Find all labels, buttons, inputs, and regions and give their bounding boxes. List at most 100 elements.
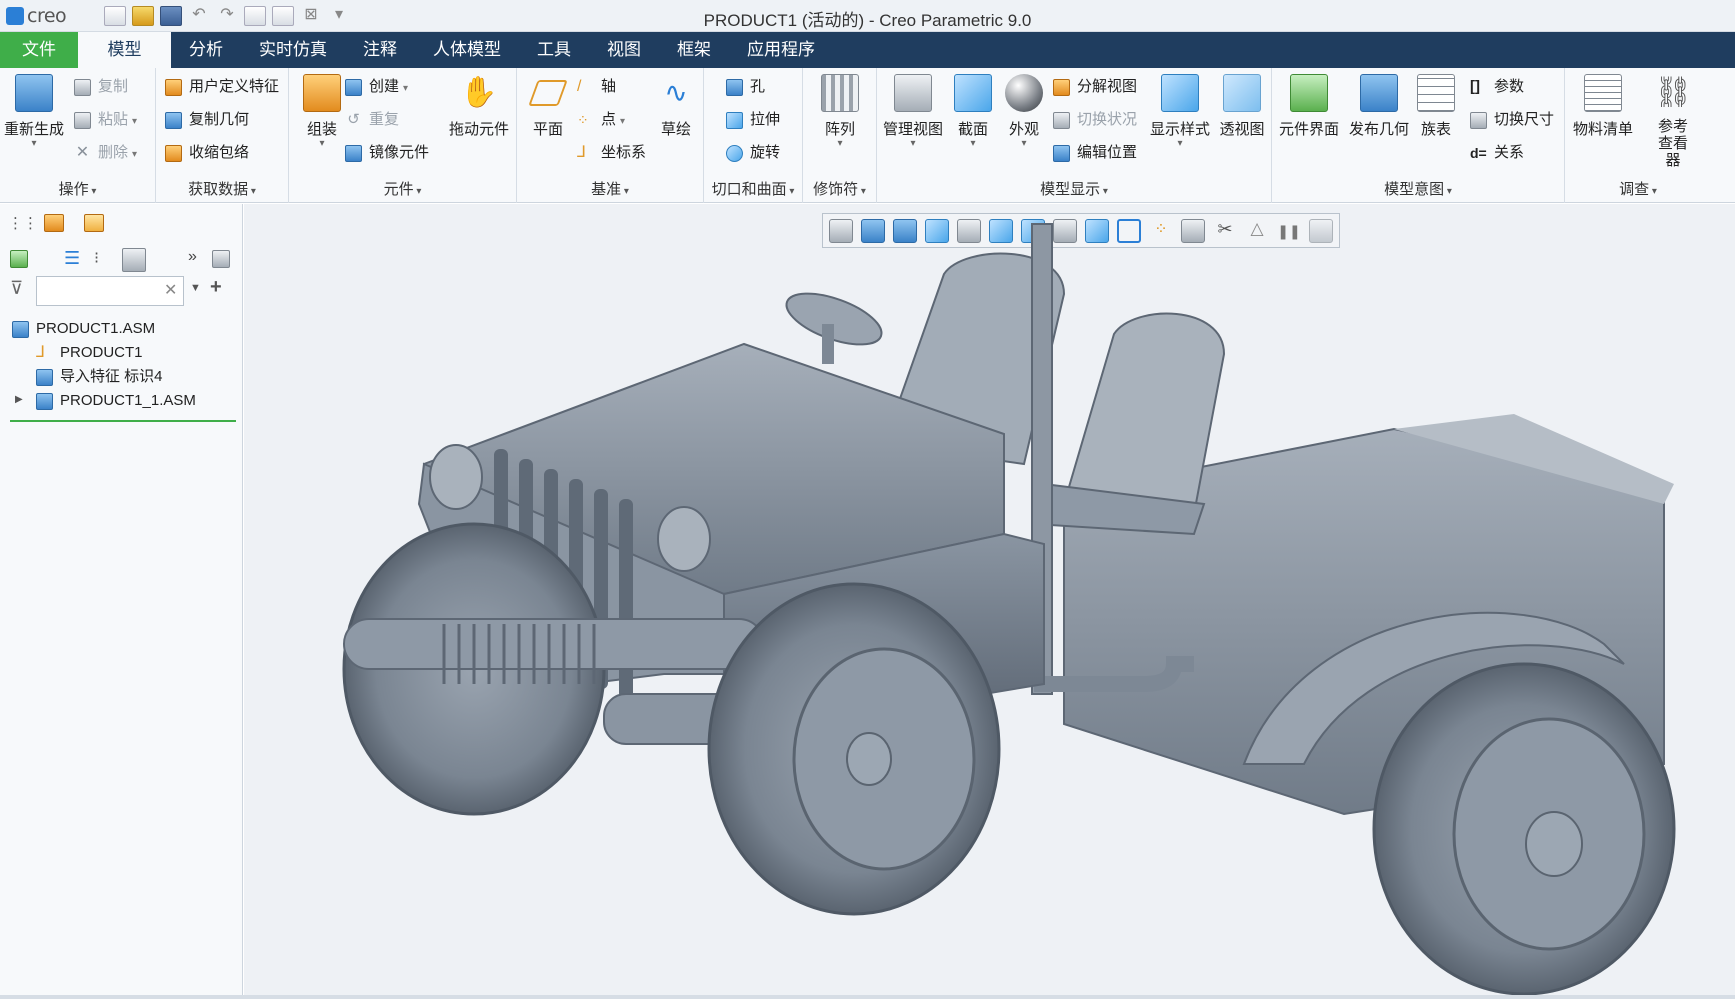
favorites-tab-icon[interactable] (84, 214, 104, 232)
revolve-icon (726, 145, 743, 162)
filter-icon[interactable]: ⊽ (10, 278, 23, 299)
hole-button[interactable]: 孔 (726, 76, 765, 98)
pattern-button[interactable]: 阵列 ▾ (809, 74, 871, 149)
explode-view-label: 分解视图 (1077, 78, 1138, 95)
display-style-dropdown-icon[interactable]: ▾ (1145, 139, 1215, 149)
clear-search-icon[interactable]: ✕ (164, 280, 177, 300)
menu-analysis[interactable]: 分析 (171, 32, 241, 68)
sketch-button[interactable]: ∿ 草绘 (649, 74, 703, 139)
repeat-button[interactable]: ↺ 重复 (345, 109, 399, 131)
copy-geometry-icon (165, 112, 182, 129)
menu-applications[interactable]: 应用程序 (729, 32, 833, 68)
manage-views-dropdown-icon[interactable]: ▾ (879, 139, 947, 149)
tree-search-input[interactable] (36, 276, 184, 306)
jeep-3d-model[interactable] (244, 204, 1735, 995)
axis-button[interactable]: / 轴 (577, 76, 616, 98)
assemble-button[interactable]: 组装 ▾ (291, 74, 353, 149)
component-interface-icon (1290, 74, 1328, 112)
shrinkwrap-button[interactable]: 收缩包络 (165, 142, 249, 164)
model-tree-tab-icon[interactable]: ⋮⋮ (8, 214, 38, 232)
plane-button[interactable]: 平面 (517, 74, 579, 139)
menu-annotate[interactable]: 注释 (345, 32, 415, 68)
group-investigate-label[interactable]: 调查 (1565, 178, 1711, 199)
perspective-button[interactable]: 透视图 (1211, 74, 1273, 139)
graphics-area[interactable]: ⁘ ✂ △ ❚❚ (244, 204, 1735, 995)
display-settings-icon[interactable] (10, 250, 28, 268)
group-cut-surface-label[interactable]: 切口和曲面 (704, 178, 802, 199)
relations-icon: d= (1470, 145, 1487, 161)
create-button[interactable]: 创建 ▾ (345, 76, 408, 98)
tree-filter-list-icon[interactable]: ⁝ (94, 248, 112, 267)
regenerate-dropdown-icon[interactable]: ▾ (3, 139, 65, 149)
folder-browser-tab-icon[interactable] (44, 214, 64, 232)
csys-button[interactable]: ⅃ 坐标系 (577, 142, 646, 164)
group-operations-label[interactable]: 操作 (0, 178, 155, 199)
menu-tools[interactable]: 工具 (519, 32, 589, 68)
point-button[interactable]: ⁘ 点 ▾ (577, 109, 625, 131)
point-icon: ⁘ (577, 112, 589, 128)
appearance-button[interactable]: 外观 ▾ (993, 74, 1055, 149)
tree-item-product1-csys[interactable]: ⅃ PRODUCT1 (36, 342, 143, 364)
group-model-intent-label[interactable]: 模型意图 (1272, 178, 1564, 199)
tree-list-icon[interactable]: ☰ (64, 248, 82, 268)
group-model-display: 管理视图 ▾ 截面 ▾ 外观 ▾ 分解视图 切换状况 编辑位置 显示样式 ▾ 透… (877, 68, 1272, 203)
mirror-component-button[interactable]: 镜像元件 (345, 142, 429, 164)
group-model-display-label[interactable]: 模型显示 (877, 178, 1271, 199)
switch-dimensions-button[interactable]: 切换尺寸 (1470, 109, 1554, 131)
toggle-status-button[interactable]: 切换状况 (1053, 109, 1137, 131)
udf-button[interactable]: 用户定义特征 (165, 76, 279, 98)
appearance-dropdown-icon[interactable]: ▾ (993, 139, 1055, 149)
delete-button[interactable]: ✕ 删除 ▾ (74, 142, 137, 164)
search-dropdown-icon[interactable]: ▼ (190, 282, 201, 294)
tree-item-product1-1-asm[interactable]: PRODUCT1_1.ASM (36, 390, 196, 412)
edit-position-button[interactable]: 编辑位置 (1053, 142, 1137, 164)
tree-columns-icon[interactable] (122, 248, 146, 272)
family-table-button[interactable]: 族表 (1410, 74, 1462, 139)
relations-button[interactable]: d= 关系 (1470, 142, 1524, 164)
paste-button[interactable]: 粘贴 ▾ (74, 109, 137, 131)
insert-here-marker[interactable] (10, 420, 236, 422)
add-filter-icon[interactable]: + (210, 276, 222, 299)
display-style-icon (1161, 74, 1199, 112)
plane-label: 平面 (532, 121, 563, 138)
menu-view[interactable]: 视图 (589, 32, 659, 68)
more-options-icon[interactable]: » (188, 248, 206, 266)
extrude-icon (726, 112, 743, 129)
menu-manikin[interactable]: 人体模型 (415, 32, 519, 68)
csys-icon: ⅃ (577, 144, 586, 161)
shrinkwrap-icon (165, 145, 182, 162)
bom-button[interactable]: 物料清单 (1568, 74, 1638, 139)
copy-button[interactable]: 复制 (74, 76, 128, 98)
menu-live-simulation[interactable]: 实时仿真 (241, 32, 345, 68)
menu-file[interactable]: 文件 (0, 32, 78, 68)
extrude-button[interactable]: 拉伸 (726, 109, 780, 131)
tree-settings-icon[interactable] (212, 250, 230, 268)
group-modifiers: 阵列 ▾ 修饰符 (803, 68, 877, 203)
copy-geometry-button[interactable]: 复制几何 (165, 109, 249, 131)
group-modifiers-label[interactable]: 修饰符 (803, 178, 876, 199)
bom-label: 物料清单 (1572, 121, 1633, 138)
assemble-dropdown-icon[interactable]: ▾ (291, 139, 353, 149)
display-style-button[interactable]: 显示样式 ▾ (1145, 74, 1215, 149)
drag-component-button[interactable]: ✋ 拖动元件 (443, 74, 515, 139)
explode-view-button[interactable]: 分解视图 (1053, 76, 1137, 98)
family-table-label: 族表 (1420, 121, 1451, 138)
parameters-button[interactable]: [] 参数 (1470, 76, 1524, 98)
switch-dimensions-icon (1470, 112, 1487, 129)
group-datum-label[interactable]: 基准 (517, 178, 703, 199)
menu-framework[interactable]: 框架 (659, 32, 729, 68)
pattern-dropdown-icon[interactable]: ▾ (809, 139, 871, 149)
tree-item-product1-asm[interactable]: PRODUCT1.ASM (12, 318, 155, 340)
revolve-button[interactable]: 旋转 (726, 142, 780, 164)
component-interface-button[interactable]: 元件界面 (1276, 74, 1342, 139)
reference-viewer-button[interactable]: ⛓ 参考查看器 (1639, 74, 1707, 169)
group-operations: 重新生成 ▾ 复制 粘贴 ▾ ✕ 删除 ▾ 操作 (0, 68, 156, 203)
group-get-data-label[interactable]: 获取数据 (156, 178, 288, 199)
manage-views-button[interactable]: 管理视图 ▾ (879, 74, 947, 149)
expand-arrow-icon[interactable]: ▶ (15, 394, 23, 405)
tree-item-import-feature[interactable]: 导入特征 标识4 (36, 366, 163, 388)
group-component-label[interactable]: 元件 (289, 178, 516, 199)
regenerate-button[interactable]: 重新生成 ▾ (3, 74, 65, 149)
publish-geometry-button[interactable]: 发布几何 (1346, 74, 1412, 139)
menu-model[interactable]: 模型 (78, 32, 171, 68)
